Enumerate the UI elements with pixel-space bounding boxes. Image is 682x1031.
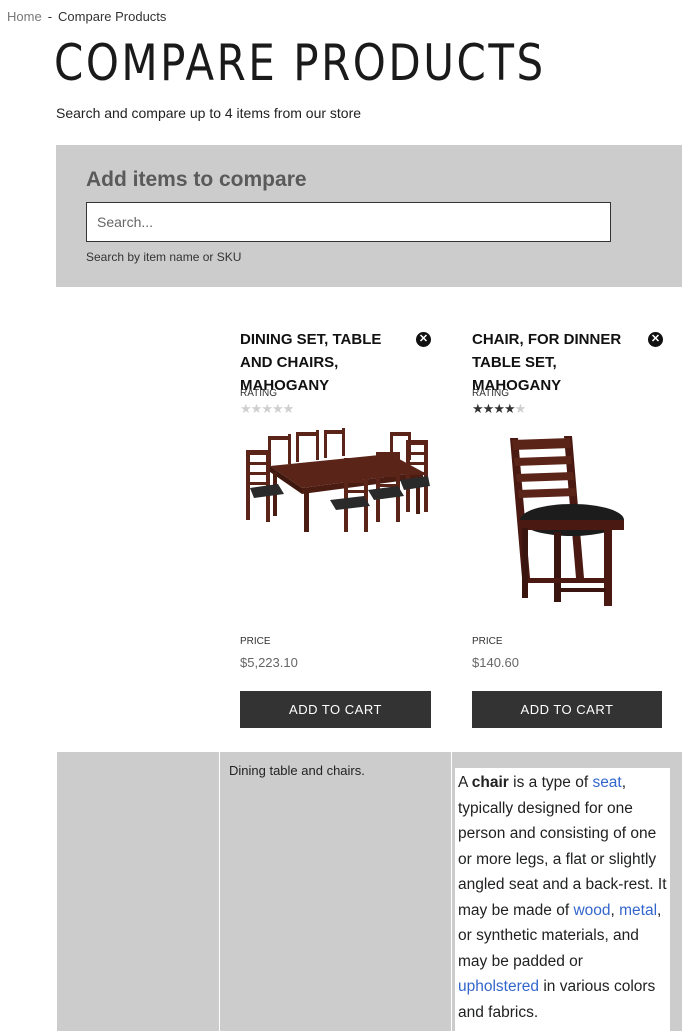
metal-link[interactable]: metal (619, 902, 657, 919)
close-circle-icon[interactable]: ✕ (648, 332, 663, 347)
star-icon: ★ (514, 401, 527, 416)
product-price: $140.60 (472, 655, 519, 670)
star-icon: ★ (493, 401, 505, 416)
breadcrumb-separator: - (47, 9, 53, 24)
product-description: Dining table and chairs. (229, 763, 365, 778)
add-items-heading: Add items to compare (86, 168, 307, 191)
product-description: A chair is a type of seat, typically des… (455, 768, 670, 1031)
page-subtitle: Search and compare up to 4 items from ou… (56, 105, 362, 121)
add-to-cart-button[interactable]: ADD TO CART (472, 691, 662, 728)
star-icon: ★ (472, 401, 484, 416)
description-text: , typically designed for one person and … (458, 774, 667, 919)
product-name[interactable]: CHAIR, FOR DINNER TABLE SET, MAHOGANY (472, 328, 637, 397)
breadcrumb-current: Compare Products (58, 9, 167, 24)
star-icon: ★ (240, 401, 252, 416)
description-text: is a type of (508, 774, 593, 791)
description-text: , (610, 901, 620, 919)
product-name[interactable]: DINING SET, TABLE AND CHAIRS, MAHOGANY (240, 328, 405, 397)
star-icon: ★ (282, 401, 295, 416)
breadcrumb-home-link[interactable]: Home (7, 9, 42, 24)
price-label: PRICE (472, 636, 503, 647)
star-icon: ★ (250, 401, 263, 416)
rating-stars: ★★★★★ (240, 401, 295, 416)
price-label: PRICE (240, 636, 271, 647)
close-circle-icon[interactable]: ✕ (416, 332, 431, 347)
rating-label: RATING (472, 388, 510, 399)
rating-label: RATING (240, 388, 278, 399)
search-hint: Search by item name or SKU (86, 250, 242, 264)
description-text: A (458, 774, 472, 791)
add-items-panel: Add items to compare Search by item name… (56, 145, 682, 287)
product-price: $5,223.10 (240, 655, 298, 670)
seat-link[interactable]: seat (592, 774, 621, 791)
star-icon: ★ (261, 401, 273, 416)
star-icon: ★ (482, 401, 495, 416)
add-to-cart-button[interactable]: ADD TO CART (240, 691, 431, 728)
rating-stars: ★★★★★ (472, 401, 527, 416)
product-image-chair[interactable] (472, 428, 662, 618)
description-row: Dining table and chairs. A chair is a ty… (57, 752, 682, 1031)
product-image-dining-set[interactable] (240, 428, 430, 618)
description-bold: chair (471, 774, 509, 791)
column-divider (219, 752, 220, 1031)
star-icon: ★ (271, 401, 284, 416)
search-input[interactable] (86, 202, 611, 242)
wood-link[interactable]: wood (573, 902, 610, 919)
upholstered-link[interactable]: upholstered (458, 978, 539, 995)
column-divider (451, 752, 452, 1031)
star-icon: ★ (503, 401, 516, 416)
breadcrumb: Home - Compare Products (7, 9, 166, 24)
page-title: COMPARE PRODUCTS (54, 34, 546, 92)
